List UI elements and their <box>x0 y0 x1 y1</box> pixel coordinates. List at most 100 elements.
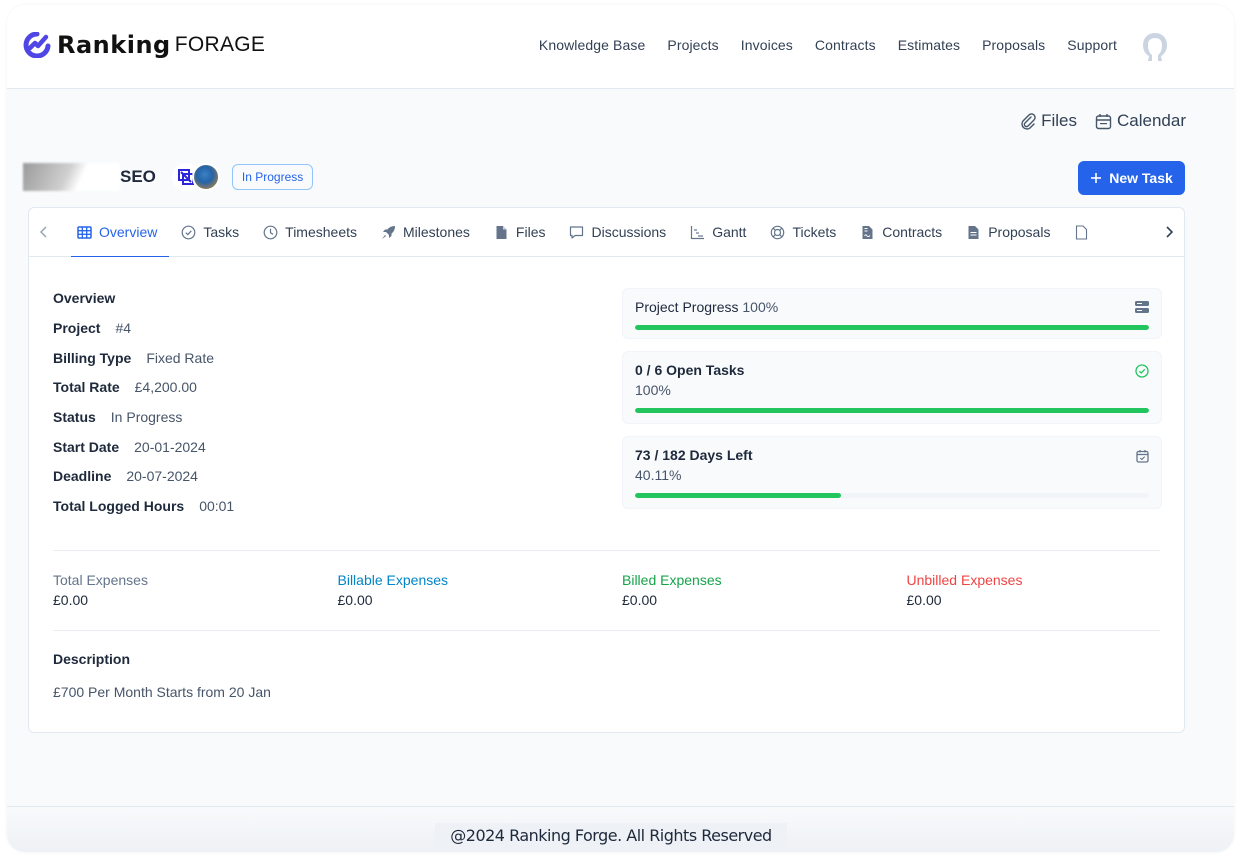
detail-label: Deadline <box>53 468 112 485</box>
detail-label: Start Date <box>53 438 120 455</box>
member-avatar-photo[interactable] <box>191 163 220 191</box>
lifebuoy-icon <box>771 225 785 239</box>
brand-logo[interactable]: Ranking FORAGE <box>23 31 265 59</box>
chevron-right-icon <box>1166 226 1173 238</box>
detail-label: Billing Type <box>53 349 132 366</box>
tab-label: Milestones <box>403 224 470 240</box>
detail-label: Project <box>53 320 101 336</box>
section-divider <box>53 630 1160 631</box>
detail-value: £4,200.00 <box>134 379 197 396</box>
open-tasks-bar-fill <box>635 408 1149 413</box>
open-tasks-percent: 100% <box>635 382 671 398</box>
tab-milestones[interactable]: Milestones <box>369 208 482 257</box>
page-icon <box>1076 224 1088 240</box>
file-icon <box>496 225 507 239</box>
project-description: Description £700 Per Month Starts from 2… <box>53 651 271 700</box>
expense-billable: Billable Expenses £0.00 <box>338 572 623 608</box>
days-left-card: 73 / 182 Days Left 40.11% <box>622 436 1162 509</box>
clock-icon <box>263 225 278 239</box>
days-left-bar <box>635 493 1149 498</box>
tab-more-partial[interactable] <box>1062 208 1101 257</box>
project-card: Overview Tasks Timesheets Milestones Fil… <box>28 207 1185 733</box>
calendar-check-icon <box>1136 450 1149 463</box>
project-quick-links: Files Calendar <box>1020 111 1186 131</box>
project-title-row: SEO In Progress <box>23 160 314 194</box>
section-divider <box>53 550 1160 551</box>
detail-value: 20-07-2024 <box>126 468 198 485</box>
project-progress-bar-fill <box>635 325 1149 330</box>
tab-overview[interactable]: Overview <box>65 208 170 257</box>
expense-label: Billed Expenses <box>622 572 722 588</box>
files-link[interactable]: Files <box>1020 111 1077 131</box>
tab-gantt[interactable]: Gantt <box>678 208 758 257</box>
tabs-scroll-right[interactable] <box>1154 212 1184 252</box>
app-frame: Ranking FORAGE Knowledge Base Projects I… <box>7 5 1234 852</box>
tab-files[interactable]: Files <box>482 208 558 257</box>
tab-label: Discussions <box>591 224 667 240</box>
tab-proposals[interactable]: Proposals <box>954 208 1062 257</box>
project-members <box>171 163 220 191</box>
tab-tasks[interactable]: Tasks <box>169 208 251 257</box>
copyright-text: @2024 Ranking Forge. All Rights Reserved <box>435 823 787 851</box>
expense-value: £0.00 <box>622 592 658 608</box>
calendar-link[interactable]: Calendar <box>1095 111 1186 131</box>
open-tasks-bar <box>635 408 1149 413</box>
new-task-button[interactable]: New Task <box>1078 161 1185 195</box>
days-left-label: 73 / 182 Days Left <box>635 447 753 463</box>
detail-row-billing-type: Billing Type Fixed Rate <box>53 350 234 380</box>
tab-timesheets[interactable]: Timesheets <box>251 208 369 257</box>
overview-details: Overview Project #4 Billing Type Fixed Rat… <box>53 290 234 528</box>
tabs-list: Overview Tasks Timesheets Milestones Fil… <box>65 208 1160 257</box>
detail-row-deadline: Deadline 20-07-2024 <box>53 468 234 498</box>
chat-icon <box>570 225 584 239</box>
expense-value: £0.00 <box>337 592 373 608</box>
files-link-label: Files <box>1041 111 1077 130</box>
check-circle-icon <box>181 225 196 239</box>
logo-text-light: FORAGE <box>174 33 266 56</box>
detail-row-start-date: Start Date 20-01-2024 <box>53 439 234 469</box>
server-icon <box>1135 301 1149 313</box>
tab-label: Gantt <box>712 224 747 240</box>
project-progress-label: Project Progress <box>635 299 739 315</box>
expense-billed: Billed Expenses £0.00 <box>622 572 907 608</box>
main-nav: Knowledge Base Projects Invoices Contrac… <box>539 37 1117 53</box>
nav-projects[interactable]: Projects <box>667 37 718 53</box>
calendar-icon <box>1095 113 1112 129</box>
user-avatar-icon[interactable] <box>1138 30 1172 64</box>
expenses-summary: Total Expenses £0.00 Billable Expenses £… <box>53 572 1193 608</box>
nav-knowledge-base[interactable]: Knowledge Base <box>539 37 645 53</box>
expense-value: £0.00 <box>906 592 942 608</box>
nav-invoices[interactable]: Invoices <box>741 37 793 53</box>
tab-label: Overview <box>99 224 158 240</box>
progress-stats: Project Progress 100% 0 / 6 Open Tasks 1… <box>622 288 1162 521</box>
detail-row-project: Project #4 <box>53 320 234 350</box>
project-tabs: Overview Tasks Timesheets Milestones Fil… <box>29 208 1184 257</box>
nav-contracts[interactable]: Contracts <box>815 37 876 53</box>
description-heading: Description <box>53 651 131 667</box>
tab-discussions[interactable]: Discussions <box>557 208 678 257</box>
open-tasks-label: 0 / 6 Open Tasks <box>635 362 745 378</box>
detail-label: Total Rate <box>53 379 120 396</box>
detail-value: #4 <box>115 320 132 336</box>
nav-estimates[interactable]: Estimates <box>898 37 960 53</box>
detail-row-logged-hours: Total Logged Hours 00:01 <box>53 498 234 528</box>
days-left-percent: 40.11% <box>635 467 682 483</box>
chevron-left-icon <box>40 226 47 238</box>
tabs-scroll-left[interactable] <box>29 226 59 238</box>
nav-proposals[interactable]: Proposals <box>982 37 1045 53</box>
tab-contracts[interactable]: Contracts <box>848 208 954 257</box>
detail-value: In Progress <box>110 409 183 426</box>
open-tasks-card: 0 / 6 Open Tasks 100% <box>622 351 1162 424</box>
tab-label: Tickets <box>792 224 837 240</box>
expense-unbilled: Unbilled Expenses £0.00 <box>907 572 1192 608</box>
detail-value: Fixed Rate <box>146 349 215 366</box>
plus-icon <box>1091 173 1102 183</box>
tab-tickets[interactable]: Tickets <box>758 208 848 257</box>
tab-label: Contracts <box>882 224 943 240</box>
rocket-icon <box>382 225 395 239</box>
expense-value: £0.00 <box>53 592 89 608</box>
nav-support[interactable]: Support <box>1067 37 1117 53</box>
detail-row-status: Status In Progress <box>53 409 234 439</box>
check-circle-icon <box>1135 364 1149 378</box>
detail-label: Status <box>53 409 96 426</box>
